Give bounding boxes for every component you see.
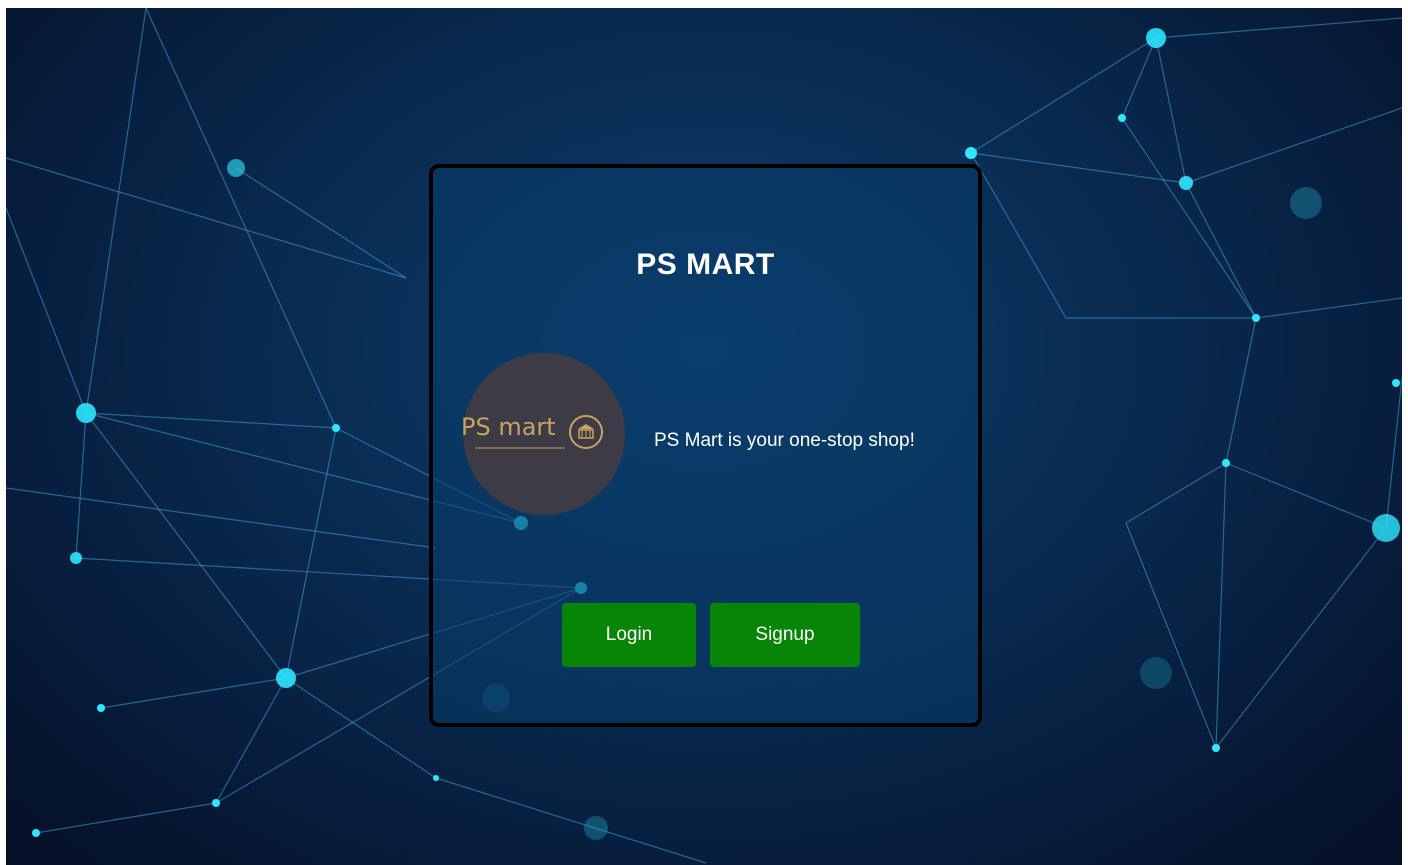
signup-button[interactable]: Signup: [710, 603, 860, 667]
background-network: PS MART PS mart PS Mart is your one-stop…: [6, 8, 1402, 865]
store-icon: [569, 415, 603, 449]
tagline-text: PS Mart is your one-stop shop!: [654, 430, 915, 451]
page-title: PS MART: [636, 248, 775, 281]
logo-underline: [475, 447, 565, 449]
login-button[interactable]: Login: [562, 603, 696, 667]
ps-mart-logo: PS mart: [461, 353, 625, 515]
welcome-card: PS MART PS mart PS Mart is your one-stop…: [429, 164, 982, 727]
logo-text: PS mart: [461, 413, 556, 441]
